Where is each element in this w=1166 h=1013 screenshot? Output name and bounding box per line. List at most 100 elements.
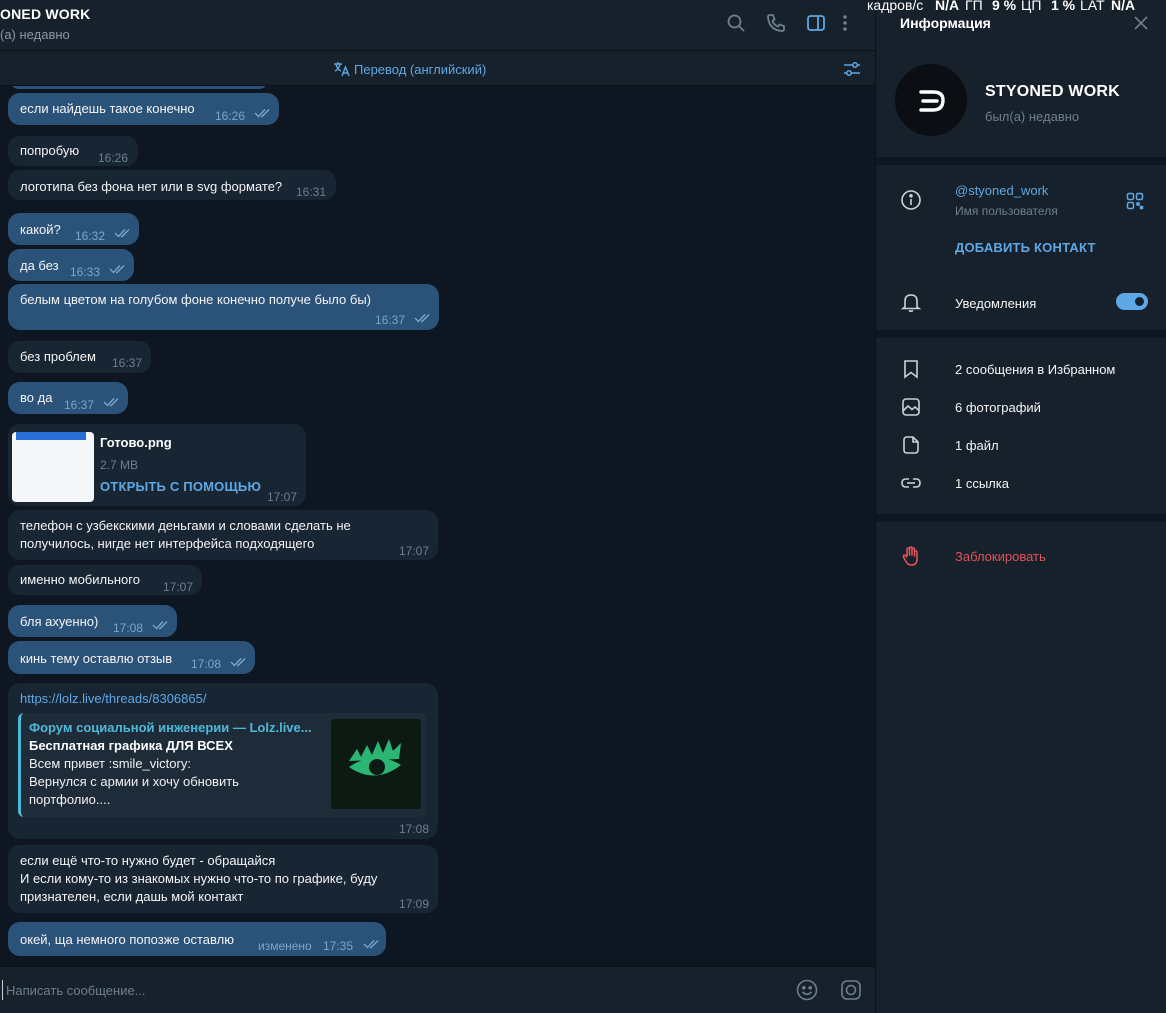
read-ticks-icon bbox=[114, 227, 132, 239]
bookmark-icon bbox=[900, 358, 922, 380]
message-text: если найдешь такое конечно bbox=[20, 101, 195, 116]
message-text: именно мобильного bbox=[20, 572, 140, 587]
file-message[interactable]: Готово.png 2.7 MB ОТКРЫТЬ С ПОМОЩЬЮ 17:0… bbox=[8, 424, 306, 506]
message-time: 17:07 bbox=[399, 544, 430, 558]
profile-name: STYONED WORK bbox=[985, 83, 1120, 100]
translate-settings-icon[interactable] bbox=[842, 59, 862, 79]
file-name: Готово.png bbox=[100, 435, 172, 450]
more-menu-icon[interactable] bbox=[840, 12, 850, 34]
message-text: во да bbox=[20, 390, 53, 405]
bell-icon bbox=[900, 291, 922, 313]
message-bubble[interactable]: кинь тему оставлю отзыв 17:08 bbox=[8, 641, 255, 674]
chat-header[interactable]: ONED WORK (а) недавно bbox=[0, 0, 875, 50]
link-message[interactable]: https://lolz.live/threads/8306865/ Форум… bbox=[8, 683, 438, 839]
message-text: окей, ща немного попозже оставлю bbox=[20, 932, 234, 947]
file-icon bbox=[900, 434, 922, 456]
profile-status: был(а) недавно bbox=[985, 109, 1080, 124]
message-composer bbox=[0, 966, 875, 1013]
chat-status: (а) недавно bbox=[0, 27, 70, 42]
lat-label: LAT bbox=[1080, 0, 1105, 13]
message-text: бля ахуенно) bbox=[20, 614, 99, 629]
preview-description: Всем привет :smile_victory: Вернулся с а… bbox=[29, 756, 239, 807]
message-text: кинь тему оставлю отзыв bbox=[20, 651, 173, 666]
file-thumbnail[interactable] bbox=[12, 432, 94, 502]
preview-site-name: Форум социальной инженерии — Lolz.live..… bbox=[29, 720, 312, 735]
section-divider bbox=[876, 157, 1166, 165]
info-panel-title: Информация bbox=[900, 15, 991, 31]
camera-icon[interactable] bbox=[839, 978, 863, 1002]
media-row-label: 1 ссылка bbox=[955, 476, 1009, 491]
message-bubble[interactable]: бля ахуенно) 17:08 bbox=[8, 605, 177, 637]
translate-button[interactable]: Перевод (английский) bbox=[354, 62, 486, 77]
cpu-value: 1 % bbox=[1051, 0, 1076, 13]
message-bubble[interactable]: да без 16:33 bbox=[8, 249, 134, 281]
block-label: Заблокировать bbox=[955, 549, 1046, 564]
open-with-button[interactable]: ОТКРЫТЬ С ПОМОЩЬЮ bbox=[100, 478, 261, 496]
info-icon bbox=[900, 189, 922, 211]
message-bubble[interactable]: попробую 16:26 bbox=[8, 136, 138, 166]
message-edited-label: изменено bbox=[258, 939, 312, 953]
add-contact-button[interactable]: ДОБАВИТЬ КОНТАКТ bbox=[955, 240, 1096, 255]
message-bubble[interactable]: какой? 16:32 bbox=[8, 213, 139, 245]
message-time: 16:32 bbox=[75, 229, 106, 243]
preview-image[interactable] bbox=[331, 719, 421, 809]
media-row-label: 1 файл bbox=[955, 438, 999, 453]
photo-icon bbox=[900, 396, 922, 418]
section-divider bbox=[876, 330, 1166, 338]
preview-title: Бесплатная графика ДЛЯ ВСЕХ bbox=[29, 738, 233, 753]
read-ticks-icon bbox=[103, 396, 121, 408]
read-ticks-icon bbox=[254, 107, 272, 119]
message-time: 17:08 bbox=[399, 822, 430, 836]
notifications-toggle[interactable] bbox=[1116, 293, 1148, 310]
message-text: если ещё что-то нужно будет - обращайся … bbox=[20, 853, 378, 904]
message-link[interactable]: https://lolz.live/threads/8306865/ bbox=[20, 690, 206, 708]
message-bubble[interactable]: логотипа без фона нет или в svg формате?… bbox=[8, 170, 336, 200]
close-icon[interactable] bbox=[1132, 14, 1150, 32]
section-divider bbox=[876, 514, 1166, 522]
lat-value: N/A bbox=[1111, 0, 1136, 13]
emoji-icon[interactable] bbox=[795, 978, 819, 1002]
chat-title[interactable]: ONED WORK bbox=[0, 6, 90, 22]
search-icon[interactable] bbox=[725, 12, 747, 34]
message-bubble[interactable]: без проблем 16:37 bbox=[8, 341, 151, 373]
message-bubble[interactable]: если ещё что-то нужно будет - обращайся … bbox=[8, 845, 438, 913]
message-time: 16:33 bbox=[70, 265, 101, 279]
gpu-value: 9 % bbox=[992, 0, 1017, 13]
link-icon bbox=[900, 472, 922, 494]
media-row-label: 2 сообщения в Избранном bbox=[955, 362, 1116, 377]
translate-bar: Перевод (английский) bbox=[0, 50, 875, 86]
eye-logo-icon bbox=[349, 739, 401, 776]
message-time: 17:08 bbox=[191, 657, 222, 671]
qr-code-icon[interactable] bbox=[1126, 192, 1144, 210]
username-link[interactable]: @styoned_work bbox=[955, 183, 1048, 198]
avatar[interactable] bbox=[895, 64, 967, 136]
message-text: логотипа без фона нет или в svg формате? bbox=[20, 179, 283, 194]
message-bubble[interactable]: белым цветом на голубом фоне конечно пол… bbox=[8, 284, 439, 330]
file-size: 2.7 MB bbox=[100, 458, 139, 472]
message-time: 17:07 bbox=[163, 580, 194, 594]
gpu-label: ГП bbox=[965, 0, 983, 13]
link-preview[interactable]: Форум социальной инженерии — Lolz.live..… bbox=[18, 713, 426, 817]
read-ticks-icon bbox=[414, 312, 432, 324]
message-bubble[interactable]: телефон с узбекскими деньгами и словами … bbox=[8, 510, 438, 560]
username-label: Имя пользователя bbox=[955, 204, 1058, 218]
message-input[interactable] bbox=[6, 979, 766, 1001]
message-time: 17:35 bbox=[323, 939, 354, 953]
message-bubble[interactable]: если найдешь такое конечно 16:26 bbox=[8, 93, 279, 125]
message-list[interactable]: если найдешь такое конечно 16:26 попробу… bbox=[0, 86, 875, 966]
hand-stop-icon bbox=[900, 545, 922, 567]
sidebar-toggle-icon[interactable] bbox=[805, 12, 827, 34]
message-text: белым цветом на голубом фоне конечно пол… bbox=[20, 292, 371, 307]
message-bubble[interactable]: во да 16:37 bbox=[8, 382, 128, 414]
translate-icon bbox=[332, 59, 352, 79]
message-time: 17:08 bbox=[113, 621, 144, 635]
phone-icon[interactable] bbox=[765, 12, 787, 34]
message-time: 16:26 bbox=[98, 151, 129, 165]
message-bubble[interactable]: именно мобильного 17:07 bbox=[8, 565, 202, 595]
message-text: попробую bbox=[20, 143, 80, 158]
message-time: 17:09 bbox=[399, 897, 430, 911]
message-text: телефон с узбекскими деньгами и словами … bbox=[20, 518, 351, 551]
message-bubble[interactable]: окей, ща немного попозже оставлю изменен… bbox=[8, 922, 386, 956]
read-ticks-icon bbox=[109, 263, 127, 275]
media-row-label: 6 фотографий bbox=[955, 400, 1041, 415]
